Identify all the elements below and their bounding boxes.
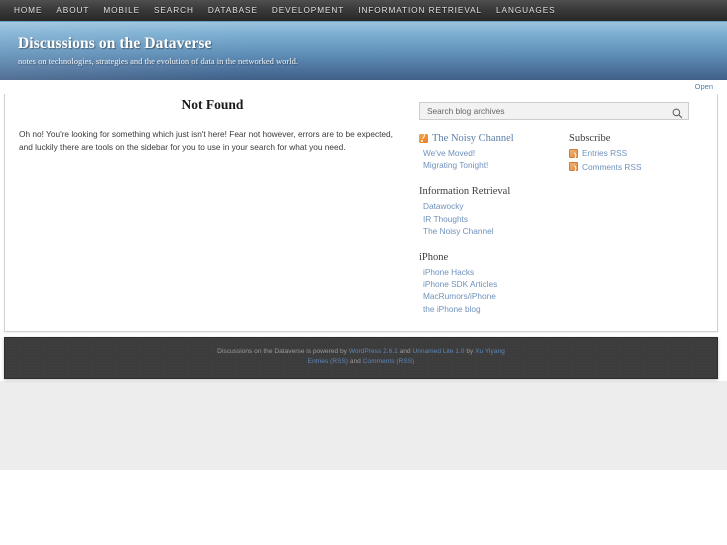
- nav-link-languages[interactable]: LANGUAGES: [496, 0, 570, 21]
- site-tagline: notes on technologies, strategies and th…: [18, 56, 298, 66]
- nav-link-search[interactable]: SEARCH: [154, 0, 208, 21]
- search-icon[interactable]: [672, 106, 683, 119]
- site-footer: Discussions on the Dataverse is powered …: [4, 337, 718, 379]
- page-title: Not Found: [181, 97, 244, 112]
- primary-navigation-bar: HOME ABOUT MOBILE SEARCH DATABASE DEVELO…: [0, 0, 727, 22]
- content-card: Not Found Oh no! You're looking for some…: [4, 94, 718, 332]
- sidebar-group-information-retrieval: Information Retrieval Datawocky IR Thoug…: [419, 185, 569, 237]
- sidebar: The Noisy Channel We've Moved! Migrating…: [419, 102, 709, 329]
- sidebar-link-the-iphone-blog[interactable]: the iPhone blog: [419, 303, 569, 315]
- footer-link-comments-rss[interactable]: Comments (RSS): [363, 358, 415, 365]
- sidebar-link-the-noisy-channel[interactable]: The Noisy Channel: [419, 225, 569, 237]
- site-header-banner: Discussions on the Dataverse notes on te…: [0, 22, 727, 80]
- sidebar-link-datawocky[interactable]: Datawocky: [419, 200, 569, 212]
- feed-icon: [569, 148, 578, 158]
- sidebar-link-migrating-tonight[interactable]: Migrating Tonight!: [419, 159, 569, 171]
- open-link[interactable]: Open: [695, 82, 713, 91]
- search-input[interactable]: [420, 103, 675, 119]
- nav-item-mobile[interactable]: MOBILE: [103, 0, 154, 21]
- nav-link-information-retrieval[interactable]: INFORMATION RETRIEVAL: [358, 0, 496, 21]
- nav-item-search[interactable]: SEARCH: [154, 0, 208, 21]
- sidebar-heading-noisy-channel[interactable]: The Noisy Channel: [419, 132, 569, 145]
- nav-item-development[interactable]: DEVELOPMENT: [272, 0, 358, 21]
- page-background-bottom: [0, 470, 727, 545]
- sidebar-link-ir-thoughts[interactable]: IR Thoughts: [419, 213, 569, 225]
- sidebar-group-noisy-channel: The Noisy Channel We've Moved! Migrating…: [419, 132, 569, 171]
- footer-line-feeds: Entries (RSS) and Comments (RSS): [5, 357, 717, 367]
- footer-text-and-1: and: [397, 348, 413, 355]
- footer-text-and-2: and: [347, 357, 363, 365]
- footer-link-author[interactable]: Xu Yiyang: [475, 348, 505, 355]
- nav-link-home[interactable]: HOME: [14, 0, 56, 21]
- sidebar-heading-information-retrieval: Information Retrieval: [419, 186, 511, 198]
- sidebar-heading-iphone: iPhone: [419, 252, 449, 264]
- nav-item-about[interactable]: ABOUT: [56, 0, 103, 21]
- sidebar-link-macrumors-iphone[interactable]: MacRumors/iPhone: [419, 290, 569, 302]
- site-title[interactable]: Discussions on the Dataverse: [18, 35, 298, 53]
- nav-link-development[interactable]: DEVELOPMENT: [272, 0, 358, 21]
- footer-text-by: by: [464, 348, 476, 355]
- feed-icon: [569, 162, 578, 172]
- rss-icon: [419, 134, 428, 143]
- sidebar-heading-label: The Noisy Channel: [432, 133, 514, 144]
- sidebar-link-iphone-sdk-articles[interactable]: iPhone SDK Articles: [419, 278, 569, 290]
- footer-text-powered-by: Discussions on the Dataverse is powered …: [217, 348, 349, 355]
- subscribe-link-comments-rss[interactable]: Comments RSS: [582, 161, 641, 174]
- footer-link-entries-rss[interactable]: Entries (RSS): [308, 358, 348, 365]
- nav-item-database[interactable]: DATABASE: [208, 0, 272, 21]
- page-root: HOME ABOUT MOBILE SEARCH DATABASE DEVELO…: [0, 0, 727, 545]
- sidebar-group-subscribe: Subscribe Entries RSS Comments RSS: [569, 132, 709, 173]
- subscribe-entries-rss-row[interactable]: Entries RSS: [569, 147, 709, 160]
- search-box[interactable]: [419, 102, 689, 120]
- nav-link-database[interactable]: DATABASE: [208, 0, 272, 21]
- nav-link-about[interactable]: ABOUT: [56, 0, 103, 21]
- sidebar-columns: The Noisy Channel We've Moved! Migrating…: [419, 132, 709, 329]
- nav-item-languages[interactable]: LANGUAGES: [496, 0, 570, 21]
- subscribe-link-entries-rss[interactable]: Entries RSS: [582, 147, 627, 160]
- sidebar-link-weve-moved[interactable]: We've Moved!: [419, 147, 569, 159]
- site-identity: Discussions on the Dataverse notes on te…: [18, 35, 298, 66]
- sidebar-heading-subscribe: Subscribe: [569, 133, 611, 144]
- nav-item-information-retrieval[interactable]: INFORMATION RETRIEVAL: [358, 0, 496, 21]
- subscribe-comments-rss-row[interactable]: Comments RSS: [569, 161, 709, 174]
- nav-link-mobile[interactable]: MOBILE: [103, 0, 154, 21]
- main-column: Not Found Oh no! You're looking for some…: [15, 94, 410, 153]
- sidebar-group-iphone: iPhone iPhone Hacks iPhone SDK Articles …: [419, 251, 569, 315]
- not-found-message: Oh no! You're looking for something whic…: [19, 129, 393, 152]
- footer-link-theme[interactable]: Unnamed Lite 1.0: [412, 348, 464, 355]
- nav-item-home[interactable]: HOME: [14, 0, 56, 21]
- sidebar-link-iphone-hacks[interactable]: iPhone Hacks: [419, 266, 569, 278]
- footer-content: Discussions on the Dataverse is powered …: [5, 338, 717, 366]
- footer-link-wordpress[interactable]: WordPress 2.6.1: [349, 348, 398, 355]
- nav-list: HOME ABOUT MOBILE SEARCH DATABASE DEVELO…: [0, 0, 727, 21]
- sidebar-column-left: The Noisy Channel We've Moved! Migrating…: [419, 132, 569, 329]
- footer-line-credits: Discussions on the Dataverse is powered …: [5, 347, 717, 357]
- open-link-strip: Open: [0, 80, 727, 94]
- sidebar-column-right: Subscribe Entries RSS Comments RSS: [569, 132, 709, 329]
